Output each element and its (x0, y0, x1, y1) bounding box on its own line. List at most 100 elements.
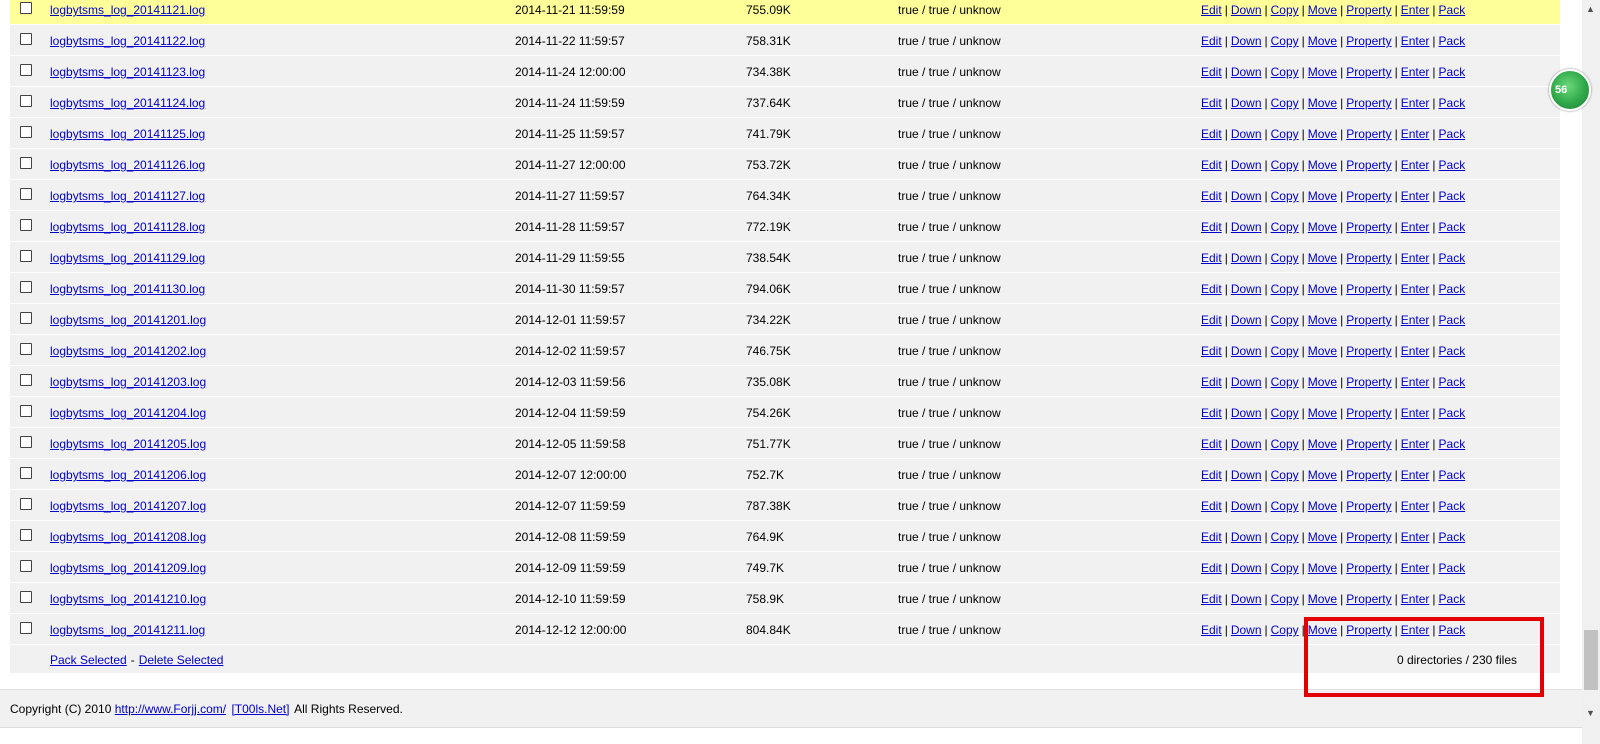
action-move-link[interactable]: Move (1308, 530, 1337, 544)
file-name-link[interactable]: logbytsms_log_20141209.log (50, 561, 206, 575)
file-name-link[interactable]: logbytsms_log_20141129.log (50, 251, 205, 265)
action-move-link[interactable]: Move (1308, 437, 1337, 451)
action-enter-link[interactable]: Enter (1401, 344, 1430, 358)
site-link[interactable]: http://www.Forjj.com/ (115, 702, 226, 716)
action-down-link[interactable]: Down (1231, 592, 1262, 606)
action-edit-link[interactable]: Edit (1201, 127, 1222, 141)
file-name-link[interactable]: logbytsms_log_20141130.log (50, 282, 205, 296)
action-down-link[interactable]: Down (1231, 251, 1262, 265)
file-name-link[interactable]: logbytsms_log_20141121.log (50, 3, 205, 17)
action-pack-link[interactable]: Pack (1439, 96, 1466, 110)
file-name-link[interactable]: logbytsms_log_20141204.log (50, 406, 206, 420)
action-property-link[interactable]: Property (1346, 437, 1391, 451)
action-property-link[interactable]: Property (1346, 344, 1391, 358)
file-name-link[interactable]: logbytsms_log_20141122.log (50, 34, 205, 48)
action-enter-link[interactable]: Enter (1401, 251, 1430, 265)
action-pack-link[interactable]: Pack (1439, 561, 1466, 575)
action-copy-link[interactable]: Copy (1271, 158, 1299, 172)
row-select-checkbox[interactable] (20, 591, 32, 603)
action-pack-link[interactable]: Pack (1439, 220, 1466, 234)
action-move-link[interactable]: Move (1308, 344, 1337, 358)
action-edit-link[interactable]: Edit (1201, 468, 1222, 482)
action-down-link[interactable]: Down (1231, 220, 1262, 234)
action-property-link[interactable]: Property (1346, 282, 1391, 296)
row-select-checkbox[interactable] (20, 312, 32, 324)
scroll-down-arrow-icon[interactable]: ▼ (1586, 708, 1595, 718)
action-copy-link[interactable]: Copy (1271, 127, 1299, 141)
action-copy-link[interactable]: Copy (1271, 282, 1299, 296)
action-enter-link[interactable]: Enter (1401, 561, 1430, 575)
file-name-link[interactable]: logbytsms_log_20141205.log (50, 437, 206, 451)
action-down-link[interactable]: Down (1231, 3, 1262, 17)
file-name-link[interactable]: logbytsms_log_20141210.log (50, 592, 206, 606)
action-enter-link[interactable]: Enter (1401, 530, 1430, 544)
action-copy-link[interactable]: Copy (1271, 437, 1299, 451)
action-property-link[interactable]: Property (1346, 65, 1391, 79)
action-property-link[interactable]: Property (1346, 375, 1391, 389)
action-move-link[interactable]: Move (1308, 375, 1337, 389)
action-edit-link[interactable]: Edit (1201, 220, 1222, 234)
action-property-link[interactable]: Property (1346, 592, 1391, 606)
file-name-link[interactable]: logbytsms_log_20141203.log (50, 375, 206, 389)
scroll-up-arrow-icon[interactable]: ▲ (1586, 4, 1595, 14)
action-enter-link[interactable]: Enter (1401, 282, 1430, 296)
row-select-checkbox[interactable] (20, 126, 32, 138)
action-down-link[interactable]: Down (1231, 468, 1262, 482)
file-name-link[interactable]: logbytsms_log_20141208.log (50, 530, 206, 544)
action-pack-link[interactable]: Pack (1439, 313, 1466, 327)
action-property-link[interactable]: Property (1346, 623, 1391, 637)
action-copy-link[interactable]: Copy (1271, 220, 1299, 234)
action-enter-link[interactable]: Enter (1401, 375, 1430, 389)
action-enter-link[interactable]: Enter (1401, 313, 1430, 327)
action-property-link[interactable]: Property (1346, 220, 1391, 234)
scroll-thumb[interactable] (1584, 630, 1598, 690)
action-down-link[interactable]: Down (1231, 375, 1262, 389)
action-move-link[interactable]: Move (1308, 251, 1337, 265)
row-select-checkbox[interactable] (20, 405, 32, 417)
action-move-link[interactable]: Move (1308, 592, 1337, 606)
action-down-link[interactable]: Down (1231, 344, 1262, 358)
action-enter-link[interactable]: Enter (1401, 158, 1430, 172)
pack-selected-link[interactable]: Pack Selected (50, 653, 127, 667)
action-pack-link[interactable]: Pack (1439, 127, 1466, 141)
action-edit-link[interactable]: Edit (1201, 189, 1222, 203)
action-copy-link[interactable]: Copy (1271, 468, 1299, 482)
file-name-link[interactable]: logbytsms_log_20141124.log (50, 96, 205, 110)
action-enter-link[interactable]: Enter (1401, 127, 1430, 141)
action-move-link[interactable]: Move (1308, 313, 1337, 327)
action-enter-link[interactable]: Enter (1401, 34, 1430, 48)
action-property-link[interactable]: Property (1346, 34, 1391, 48)
action-copy-link[interactable]: Copy (1271, 251, 1299, 265)
action-copy-link[interactable]: Copy (1271, 592, 1299, 606)
row-select-checkbox[interactable] (20, 498, 32, 510)
action-enter-link[interactable]: Enter (1401, 189, 1430, 203)
action-move-link[interactable]: Move (1308, 127, 1337, 141)
action-move-link[interactable]: Move (1308, 158, 1337, 172)
action-edit-link[interactable]: Edit (1201, 251, 1222, 265)
action-pack-link[interactable]: Pack (1439, 65, 1466, 79)
vertical-scrollbar[interactable]: ▲ ▼ (1582, 0, 1600, 744)
row-select-checkbox[interactable] (20, 436, 32, 448)
action-down-link[interactable]: Down (1231, 189, 1262, 203)
action-move-link[interactable]: Move (1308, 468, 1337, 482)
action-property-link[interactable]: Property (1346, 96, 1391, 110)
row-select-checkbox[interactable] (20, 529, 32, 541)
action-edit-link[interactable]: Edit (1201, 561, 1222, 575)
action-down-link[interactable]: Down (1231, 34, 1262, 48)
action-copy-link[interactable]: Copy (1271, 344, 1299, 358)
action-copy-link[interactable]: Copy (1271, 96, 1299, 110)
action-edit-link[interactable]: Edit (1201, 499, 1222, 513)
action-edit-link[interactable]: Edit (1201, 406, 1222, 420)
action-property-link[interactable]: Property (1346, 468, 1391, 482)
action-down-link[interactable]: Down (1231, 530, 1262, 544)
action-enter-link[interactable]: Enter (1401, 406, 1430, 420)
action-pack-link[interactable]: Pack (1439, 158, 1466, 172)
action-edit-link[interactable]: Edit (1201, 313, 1222, 327)
row-select-checkbox[interactable] (20, 281, 32, 293)
action-property-link[interactable]: Property (1346, 251, 1391, 265)
action-edit-link[interactable]: Edit (1201, 158, 1222, 172)
action-pack-link[interactable]: Pack (1439, 282, 1466, 296)
action-move-link[interactable]: Move (1308, 282, 1337, 296)
action-move-link[interactable]: Move (1308, 189, 1337, 203)
row-select-checkbox[interactable] (20, 560, 32, 572)
